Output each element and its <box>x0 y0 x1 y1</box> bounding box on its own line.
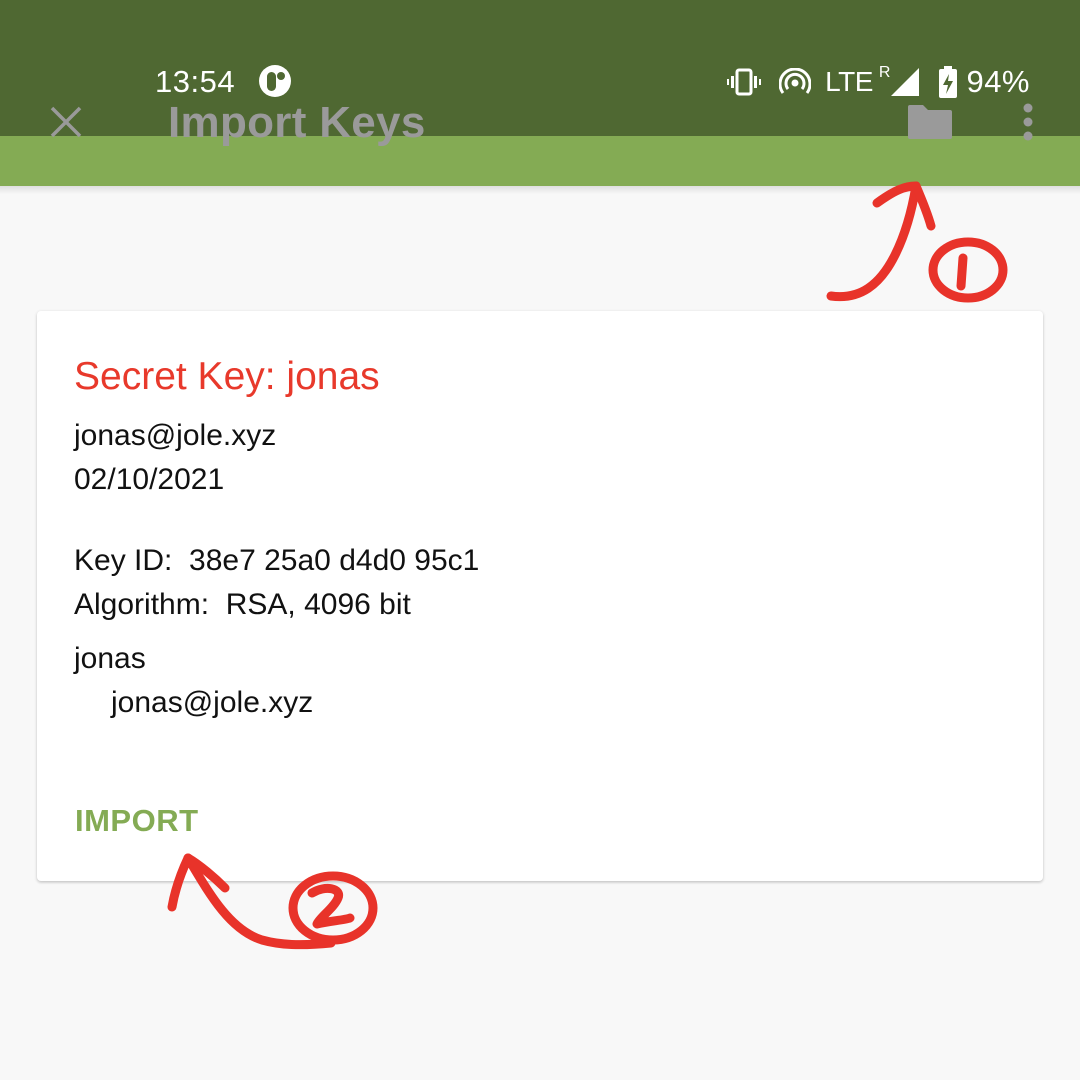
annotation-marker-2 <box>288 871 378 945</box>
key-title: Secret Key: jonas <box>74 355 380 398</box>
key-email: jonas@jole.xyz <box>74 419 277 452</box>
import-button[interactable]: IMPORT <box>67 795 207 847</box>
status-icons: LTE R 94% <box>709 62 1030 102</box>
overflow-menu-button[interactable] <box>1010 98 1046 146</box>
key-card: Secret Key: jonas jonas@jole.xyz 02/10/2… <box>37 311 1043 881</box>
hotspot-icon <box>779 68 812 96</box>
close-icon <box>50 106 82 138</box>
user-id-email: jonas@jole.xyz <box>111 686 314 719</box>
page-title: Import Keys <box>168 98 426 147</box>
status-time: 13:54 <box>155 64 236 99</box>
signal-icon <box>890 67 920 97</box>
algorithm-value: RSA, 4096 bit <box>225 588 411 621</box>
close-button[interactable] <box>44 100 88 144</box>
user-id-name: jonas <box>74 642 146 675</box>
folder-icon <box>908 105 952 139</box>
key-id-row: Key ID: 38e7 25a0 d4d0 95c1 <box>74 544 479 578</box>
roaming-indicator: R <box>878 64 891 81</box>
pinned-app-icon <box>259 65 291 97</box>
algorithm-row: Algorithm: RSA, 4096 bit <box>74 588 411 622</box>
annotation-arrow-1 <box>826 181 936 302</box>
more-vert-icon <box>1023 103 1033 141</box>
network-type: LTE <box>825 66 873 97</box>
battery-charging-icon <box>938 66 958 98</box>
battery-percent: 94% <box>966 64 1030 99</box>
folder-button[interactable] <box>900 100 960 144</box>
vibrate-icon <box>727 68 762 96</box>
key-id-label: Key ID: <box>74 544 173 577</box>
algorithm-label: Algorithm: <box>74 588 210 621</box>
toolbar-shadow <box>0 186 1080 194</box>
key-id-value: 38e7 25a0 d4d0 95c1 <box>189 544 480 577</box>
key-date: 02/10/2021 <box>74 463 225 496</box>
annotation-marker-1 <box>928 237 1008 303</box>
